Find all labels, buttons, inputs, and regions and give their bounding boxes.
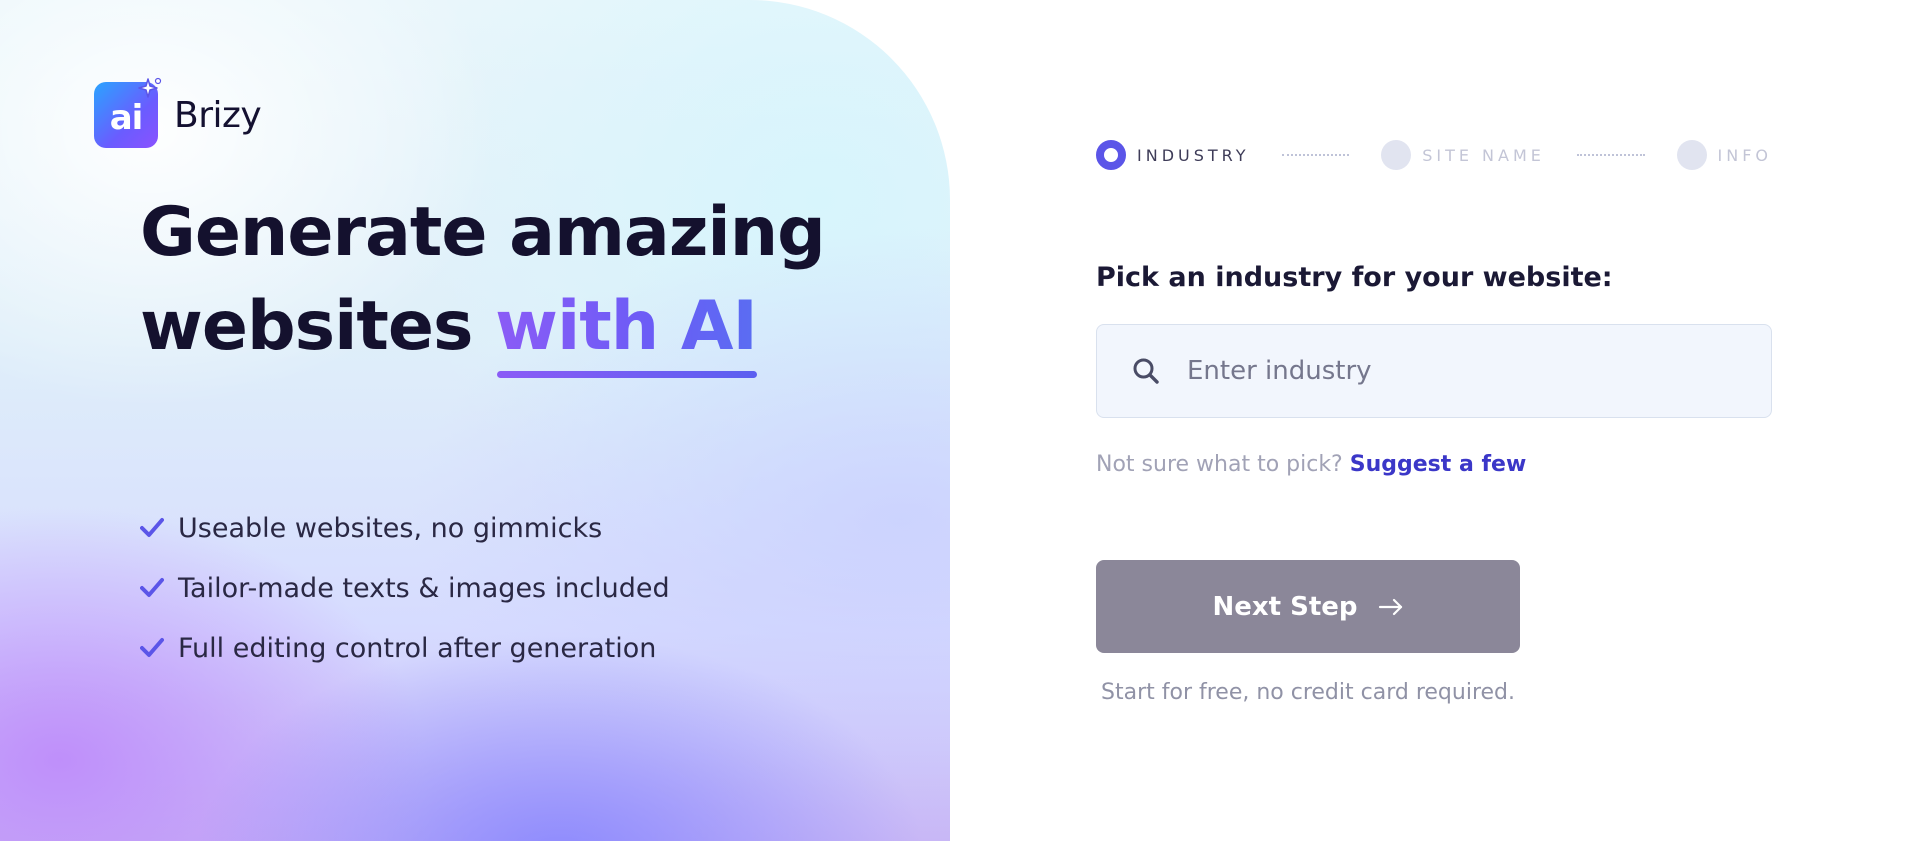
feature-list: Useable websites, no gimmicks Tailor-mad… bbox=[140, 498, 670, 678]
next-step-button[interactable]: Next Step bbox=[1096, 560, 1520, 653]
step-site-name[interactable]: SITE NAME bbox=[1381, 140, 1545, 170]
step-indicator-active bbox=[1096, 140, 1126, 170]
step-indicator bbox=[1381, 140, 1412, 170]
brand[interactable]: ai Brizy bbox=[94, 77, 262, 148]
step-info[interactable]: INFO bbox=[1676, 140, 1773, 170]
step-label: SITE NAME bbox=[1422, 145, 1545, 165]
hero-panel: ai Brizy Generate amazing websites with … bbox=[0, 0, 950, 841]
headline: Generate amazing websites with AI bbox=[140, 186, 826, 378]
arrow-right-icon bbox=[1378, 598, 1402, 615]
industry-input[interactable] bbox=[1185, 355, 1749, 387]
free-start-note: Start for free, no credit card required. bbox=[1101, 680, 1515, 705]
feature-item: Useable websites, no gimmicks bbox=[140, 498, 670, 558]
feature-item: Tailor-made texts & images included bbox=[140, 558, 670, 618]
feature-item: Full editing control after generation bbox=[140, 618, 670, 678]
suggestion-hint: Not sure what to pick? Suggest a few bbox=[1096, 452, 1526, 477]
check-icon bbox=[140, 638, 164, 657]
step-connector bbox=[1281, 154, 1350, 156]
step-label: INFO bbox=[1717, 145, 1773, 165]
feature-text: Tailor-made texts & images included bbox=[178, 572, 670, 604]
headline-underline bbox=[497, 371, 757, 378]
check-icon bbox=[140, 578, 164, 597]
step-connector bbox=[1576, 154, 1645, 156]
logo-text: ai bbox=[109, 98, 144, 138]
next-step-label: Next Step bbox=[1212, 591, 1358, 622]
headline-line2: websites bbox=[140, 287, 496, 366]
step-indicator bbox=[1676, 140, 1707, 170]
step-label: INDUSTRY bbox=[1137, 145, 1250, 165]
headline-line1: Generate amazing bbox=[140, 193, 826, 272]
feature-text: Useable websites, no gimmicks bbox=[178, 512, 603, 544]
check-icon bbox=[140, 518, 164, 537]
brand-name: Brizy bbox=[174, 94, 262, 136]
search-icon bbox=[1133, 358, 1159, 384]
progress-stepper: INDUSTRY SITE NAME INFO bbox=[1096, 140, 1772, 170]
industry-question: Pick an industry for your website: bbox=[1096, 262, 1613, 293]
sparkle-icon bbox=[138, 77, 162, 98]
headline-accent-text: with AI bbox=[495, 287, 757, 366]
headline-accent: with AI bbox=[495, 280, 757, 378]
logo: ai bbox=[94, 77, 162, 148]
industry-search-box[interactable] bbox=[1096, 324, 1772, 418]
suggest-link[interactable]: Suggest a few bbox=[1350, 452, 1527, 477]
hint-text: Not sure what to pick? bbox=[1096, 452, 1343, 477]
step-industry[interactable]: INDUSTRY bbox=[1096, 140, 1250, 170]
page: ai Brizy Generate amazing websites with … bbox=[0, 0, 1909, 841]
feature-text: Full editing control after generation bbox=[178, 632, 657, 664]
